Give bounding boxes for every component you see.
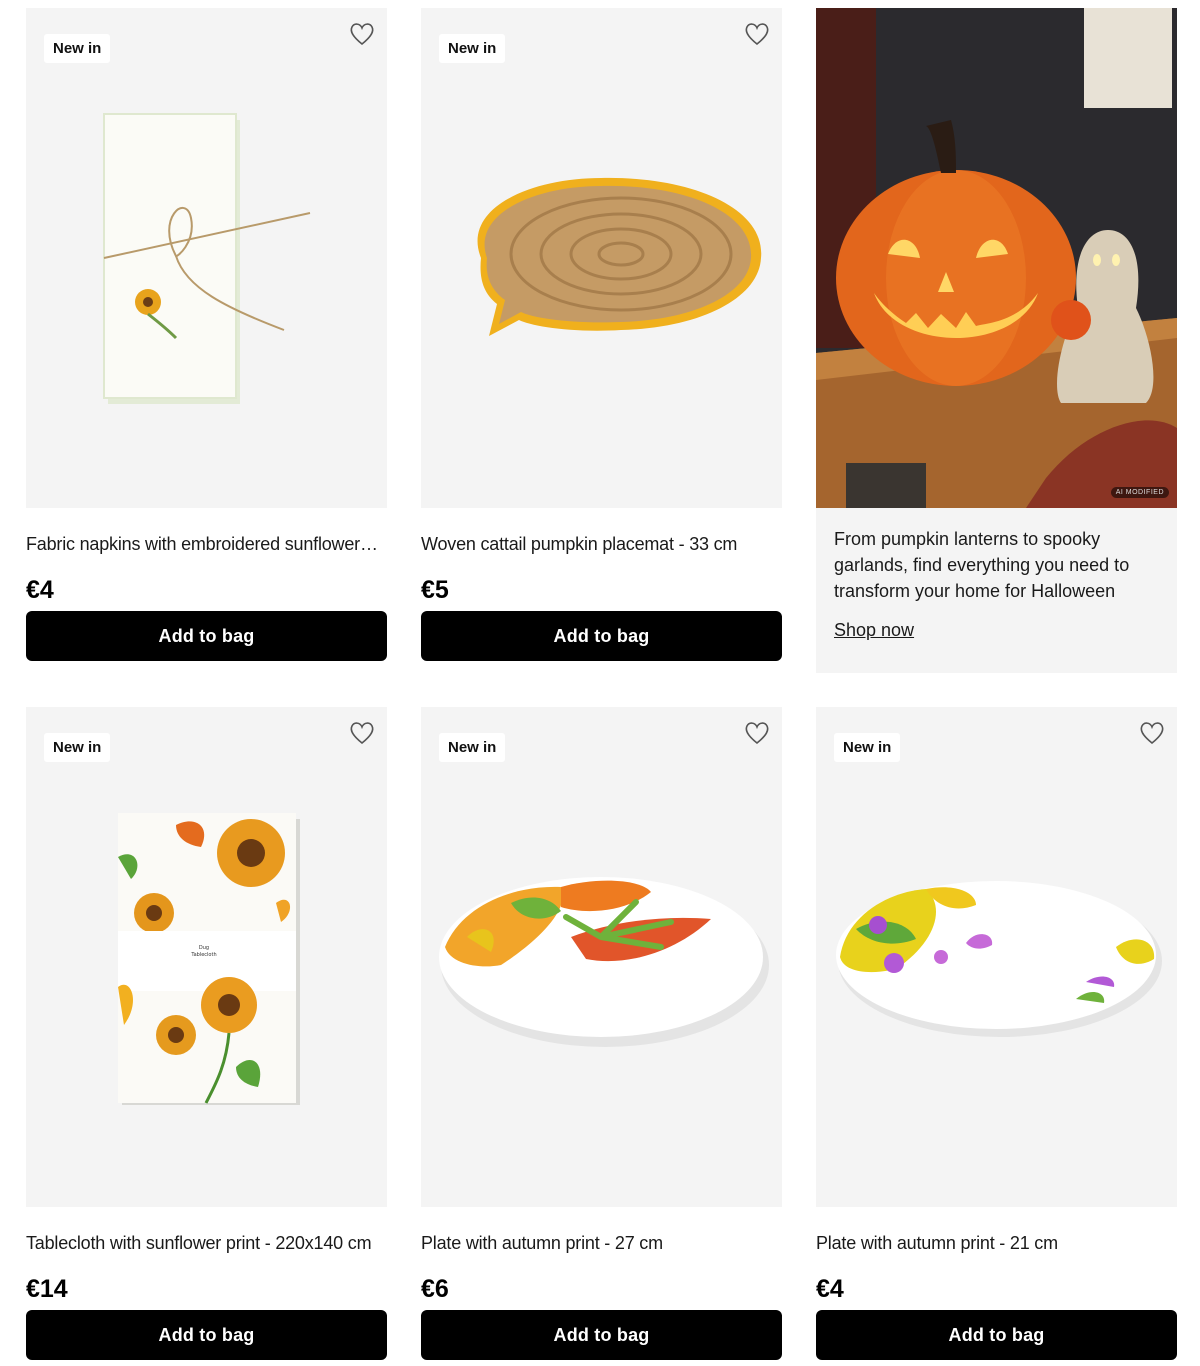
add-to-bag-button[interactable]: Add to bag [816, 1310, 1177, 1360]
halloween-promo-card[interactable]: AI MODIFIED From pumpkin lanterns to spo… [816, 8, 1177, 673]
product-image[interactable]: New in [421, 8, 782, 508]
placemat-image [477, 177, 762, 336]
product-price: €4 [816, 1275, 844, 1303]
ai-modified-badge: AI MODIFIED [1110, 487, 1169, 498]
product-image[interactable]: New in [26, 8, 387, 508]
add-to-bag-button[interactable]: Add to bag [421, 611, 782, 661]
product-image[interactable]: New in [816, 707, 1177, 1207]
new-in-badge: New in [439, 34, 506, 63]
product-title[interactable]: Tablecloth with sunflower print - 220x14… [26, 1233, 387, 1254]
product-price: €14 [26, 1275, 68, 1303]
product-title[interactable]: Woven cattail pumpkin placemat - 33 cm [421, 534, 782, 555]
new-in-badge: New in [439, 733, 506, 762]
heart-outline-icon[interactable] [1139, 721, 1165, 745]
svg-text:Tablecloth: Tablecloth [190, 952, 216, 958]
product-title[interactable]: Plate with autumn print - 21 cm [816, 1233, 1177, 1254]
product-price: €4 [26, 576, 54, 604]
tablecloth-image: Dug Tablecloth [118, 813, 300, 1105]
plate-27cm-image [439, 877, 769, 1047]
new-in-badge: New in [834, 733, 901, 762]
halloween-pumpkin-image [816, 8, 1177, 508]
product-price: €5 [421, 576, 449, 604]
promo-text: From pumpkin lanterns to spooky garlands… [834, 529, 1130, 601]
add-to-bag-button[interactable]: Add to bag [26, 611, 387, 661]
add-to-bag-button[interactable]: Add to bag [421, 1310, 782, 1360]
shop-now-link[interactable]: Shop now [834, 620, 914, 641]
napkin-image [103, 113, 311, 404]
heart-outline-icon[interactable] [349, 721, 375, 745]
heart-outline-icon[interactable] [349, 22, 375, 46]
svg-text:Dug: Dug [199, 945, 209, 951]
add-to-bag-button[interactable]: Add to bag [26, 1310, 387, 1360]
product-price: €6 [421, 1275, 449, 1303]
product-image[interactable]: Dug Tablecloth New in [26, 707, 387, 1207]
product-title[interactable]: Plate with autumn print - 27 cm [421, 1233, 782, 1254]
product-title[interactable]: Fabric napkins with embroidered sunflowe… [26, 534, 387, 555]
new-in-badge: New in [44, 733, 111, 762]
new-in-badge: New in [44, 34, 111, 63]
heart-outline-icon[interactable] [744, 22, 770, 46]
promo-image[interactable]: AI MODIFIED [816, 8, 1177, 508]
product-image[interactable]: New in [421, 707, 782, 1207]
plate-21cm-image [836, 881, 1162, 1037]
heart-outline-icon[interactable] [744, 721, 770, 745]
